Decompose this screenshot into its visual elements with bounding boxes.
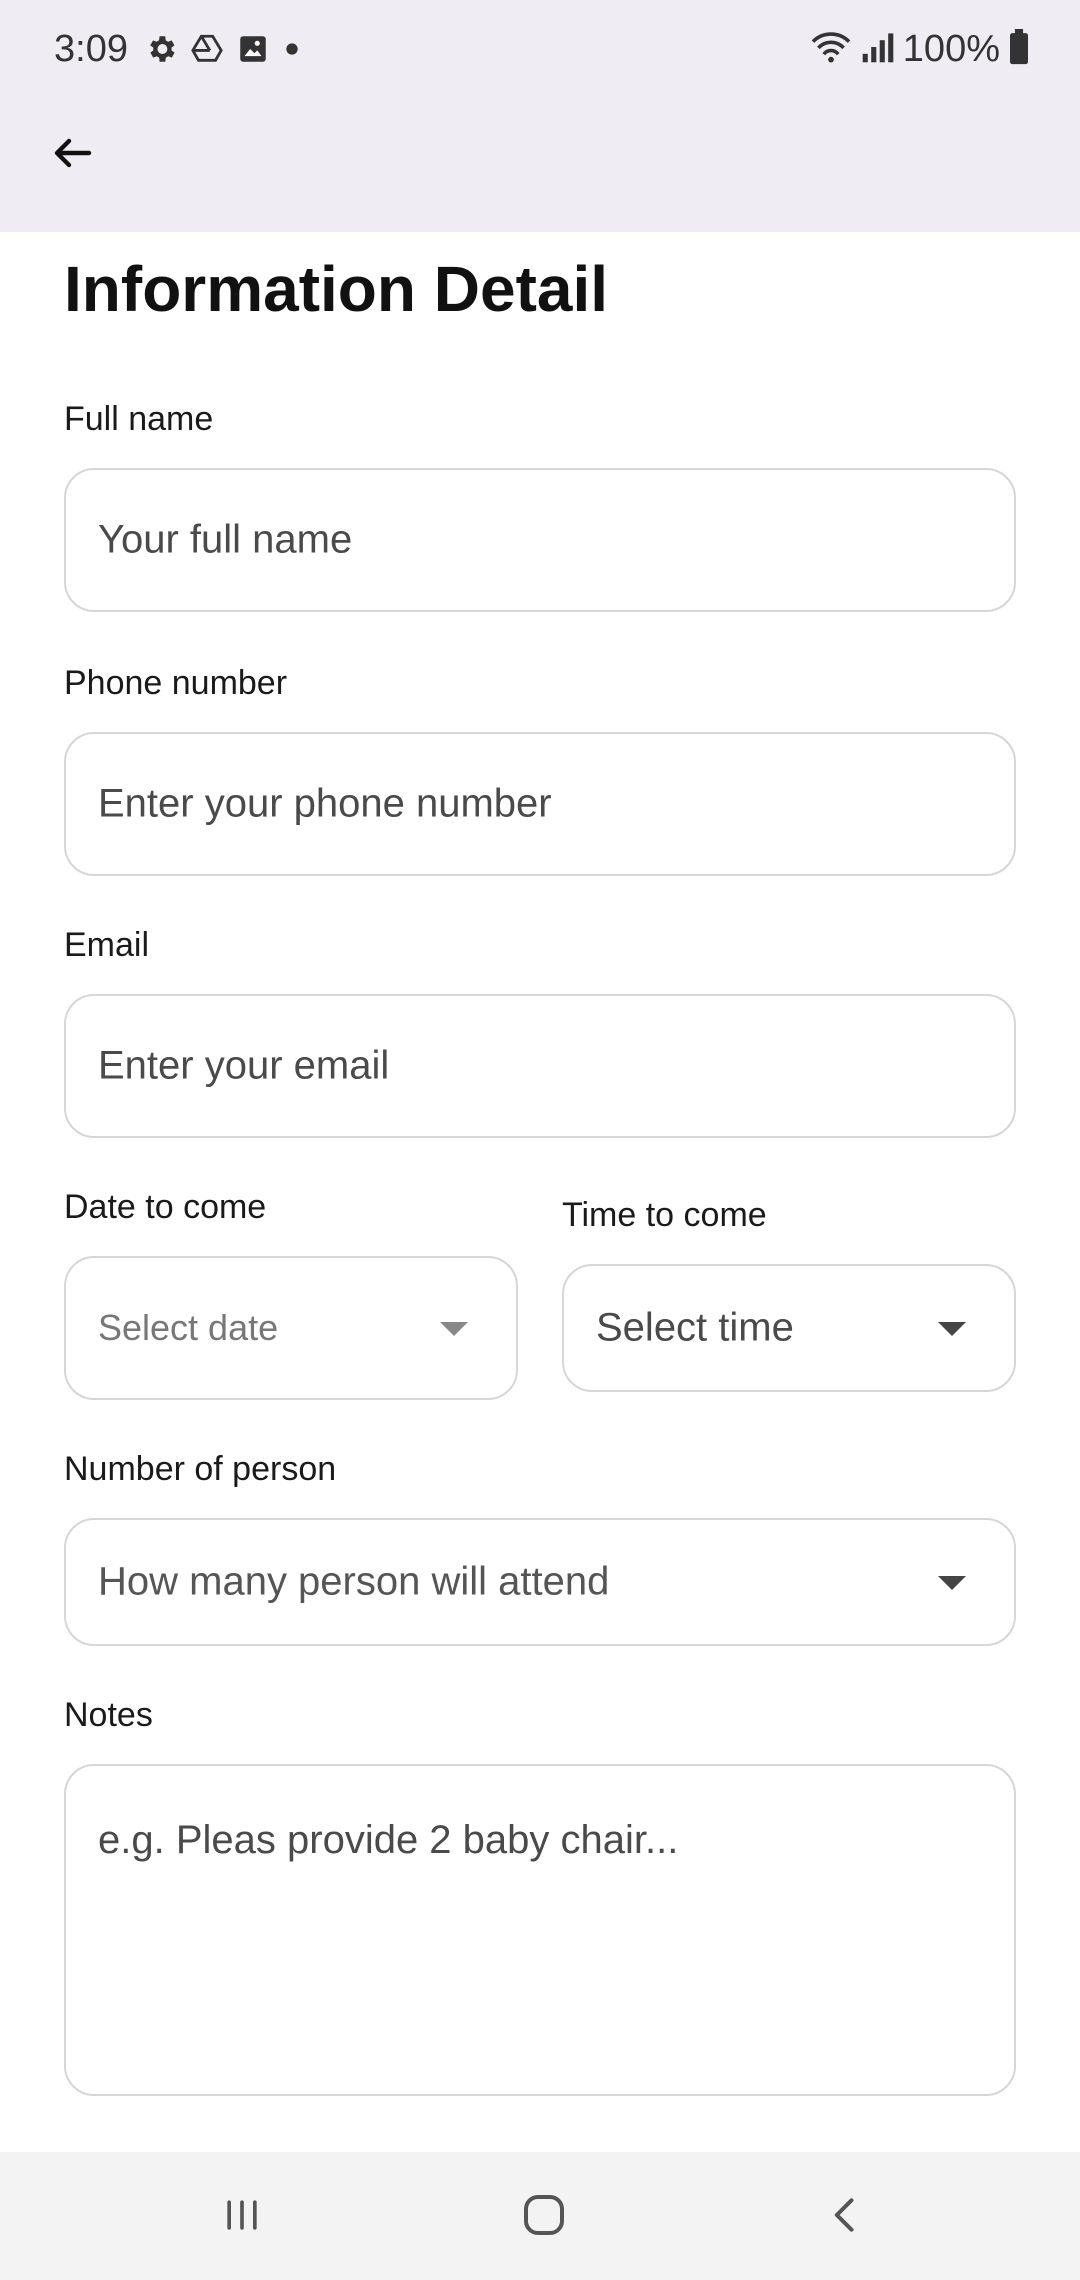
dot-icon [282,32,302,71]
system-nav-bar [0,2152,1080,2280]
recents-icon [220,2193,264,2242]
arrow-left-icon [49,129,97,182]
phone-input[interactable]: Enter your phone number [64,732,1016,876]
status-icons-left [144,32,302,71]
time-select[interactable]: Select time [562,1264,1016,1392]
back-button[interactable] [40,122,106,188]
phone-label: Phone number [64,664,288,702]
settings-icon [144,32,178,71]
signal-icon [861,29,895,70]
status-bar: 3:09 100% [0,0,1080,100]
status-time: 3:09 [54,28,128,70]
persons-select[interactable]: How many person will attend [64,1518,1016,1646]
home-icon [520,2191,568,2244]
form-content: Information Detail Full name Your full n… [0,232,1080,2152]
battery-icon [1008,29,1030,70]
email-input[interactable]: Enter your email [64,994,1016,1138]
full-name-placeholder: Your full name [98,517,353,562]
page-title: Information Detail [64,253,609,325]
chevron-down-icon [440,1322,468,1336]
email-placeholder: Enter your email [98,1043,390,1088]
notes-placeholder: e.g. Pleas provide 2 baby chair... [98,1818,679,1862]
phone-placeholder: Enter your phone number [98,781,552,826]
date-placeholder: Select date [98,1307,279,1348]
full-name-input[interactable]: Your full name [64,468,1016,612]
battery-percent: 100% [902,28,1000,70]
full-name-label: Full name [64,400,214,438]
chevron-down-icon [938,1322,966,1336]
time-label: Time to come [562,1196,767,1234]
back-icon [824,2193,868,2242]
wifi-icon [809,29,853,70]
persons-placeholder: How many person will attend [98,1559,610,1604]
persons-label: Number of person [64,1450,337,1488]
notes-label: Notes [64,1696,153,1734]
chevron-down-icon [938,1576,966,1590]
recents-button[interactable] [202,2182,282,2252]
status-icons-right: 100% [809,28,1030,71]
app-bar [0,100,1080,232]
date-label: Date to come [64,1188,267,1226]
email-label: Email [64,926,150,964]
home-button[interactable] [504,2182,584,2252]
gallery-icon [236,32,270,71]
time-placeholder: Select time [596,1305,794,1350]
nav-back-button[interactable] [806,2182,886,2252]
date-select[interactable]: Select date [64,1256,518,1400]
notes-textarea[interactable]: e.g. Pleas provide 2 baby chair... [64,1764,1016,2096]
drive-icon [190,32,224,71]
